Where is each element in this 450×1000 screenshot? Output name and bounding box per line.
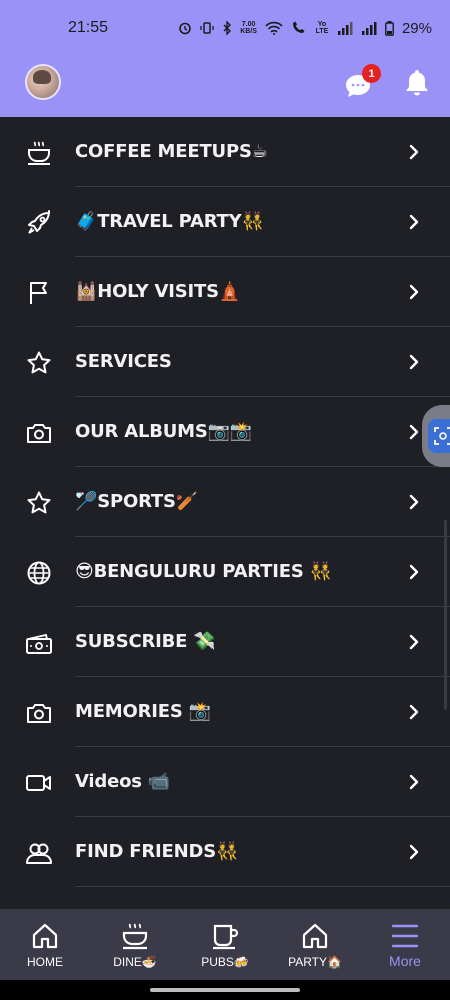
floating-capture-handle[interactable] bbox=[422, 405, 450, 467]
menu-item-holy-visits[interactable]: 🕍HOLY VISITS🛕 bbox=[0, 257, 450, 327]
tab-label: PUBS🍻 bbox=[201, 955, 249, 969]
camera-icon bbox=[25, 699, 53, 727]
chevron-right-icon bbox=[405, 491, 423, 513]
divider bbox=[75, 886, 450, 887]
flag-icon bbox=[25, 279, 53, 307]
bell-icon bbox=[406, 70, 428, 96]
chevron-right-icon bbox=[405, 211, 423, 233]
tab-label: PARTY🏠 bbox=[288, 955, 342, 969]
system-nav-bar bbox=[0, 980, 450, 1000]
signal-2-icon bbox=[361, 21, 377, 35]
battery-percent: 29% bbox=[401, 19, 432, 37]
star-icon bbox=[25, 489, 53, 517]
network-speed: 7.00 KB/S bbox=[240, 21, 257, 35]
chevron-right-icon bbox=[405, 701, 423, 723]
menu-item-label: 😎BENGULURU PARTIES 👯 bbox=[75, 560, 332, 582]
menu-item-coffee-meetups[interactable]: COFFEE MEETUPS☕ bbox=[0, 117, 450, 187]
chat-button[interactable]: 1 bbox=[344, 64, 381, 98]
tab-label: More bbox=[389, 953, 421, 969]
wifi-call-icon bbox=[291, 21, 307, 35]
menu-item-videos[interactable]: Videos 📹 bbox=[0, 747, 450, 817]
chat-badge: 1 bbox=[362, 64, 381, 83]
volte-label: Yo LTE bbox=[315, 21, 329, 35]
menu-item-label: 🕍HOLY VISITS🛕 bbox=[75, 280, 242, 302]
mug-icon bbox=[213, 924, 239, 950]
avatar-hair bbox=[33, 70, 51, 84]
home-outline-icon bbox=[302, 923, 328, 949]
steaming-bowl-icon bbox=[122, 923, 148, 950]
rocket-icon bbox=[25, 209, 53, 237]
chevron-right-icon bbox=[405, 771, 423, 793]
tab-label: DINE🍜 bbox=[113, 955, 157, 969]
network-speed-value: 7.00 bbox=[241, 21, 256, 28]
chevron-right-icon bbox=[405, 561, 423, 583]
tab-party[interactable]: PARTY🏠 bbox=[270, 909, 360, 980]
menu-item-travel-party[interactable]: 🧳TRAVEL PARTY👯 bbox=[0, 187, 450, 257]
status-time: 21:55 bbox=[68, 19, 109, 36]
chevron-right-icon bbox=[405, 631, 423, 653]
tab-home[interactable]: HOME bbox=[0, 909, 90, 980]
app-header: 1 bbox=[0, 56, 450, 117]
chevron-right-icon bbox=[405, 351, 423, 373]
scrollbar[interactable] bbox=[444, 520, 447, 710]
chevron-right-icon bbox=[405, 141, 423, 163]
chevron-right-icon bbox=[405, 841, 423, 863]
video-camera-icon bbox=[25, 769, 53, 797]
menu-item-label: OUR ALBUMS📷📸 bbox=[75, 420, 253, 442]
coffee-cup-icon bbox=[25, 139, 53, 167]
menu-item-sports[interactable]: 🏸SPORTS🏏 bbox=[0, 467, 450, 537]
status-icons: 7.00 KB/S Yo LTE 29% bbox=[178, 20, 432, 37]
vibrate-icon bbox=[200, 21, 214, 35]
menu-item-our-albums[interactable]: OUR ALBUMS📷📸 bbox=[0, 397, 450, 467]
menu-item-label: Videos 📹 bbox=[75, 770, 171, 792]
menu-item-services[interactable]: SERVICES bbox=[0, 327, 450, 397]
home-icon bbox=[32, 923, 58, 949]
menu-item-memories[interactable]: MEMORIES 📸 bbox=[0, 677, 450, 747]
star-icon bbox=[25, 349, 53, 377]
menu-list: COFFEE MEETUPS☕ 🧳TRAVEL PARTY👯 🕍HOLY VIS… bbox=[0, 117, 450, 887]
menu-item-label: 🧳TRAVEL PARTY👯 bbox=[75, 210, 264, 232]
menu-item-label: SUBSCRIBE 💸 bbox=[75, 630, 216, 652]
home-gesture-handle[interactable] bbox=[150, 988, 300, 992]
menu-item-subscribe[interactable]: SUBSCRIBE 💸 bbox=[0, 607, 450, 677]
menu-item-label: SERVICES bbox=[75, 350, 172, 372]
tab-dine[interactable]: DINE🍜 bbox=[90, 909, 180, 980]
camera-icon bbox=[25, 419, 53, 447]
signal-icon bbox=[337, 21, 353, 35]
menu-item-label: FIND FRIENDS👯 bbox=[75, 840, 239, 862]
menu-item-bengaluru-parties[interactable]: 😎BENGULURU PARTIES 👯 bbox=[0, 537, 450, 607]
avatar[interactable] bbox=[25, 64, 61, 100]
battery-icon bbox=[385, 20, 394, 36]
tab-pubs[interactable]: PUBS🍻 bbox=[180, 909, 270, 980]
menu-item-find-friends[interactable]: FIND FRIENDS👯 bbox=[0, 817, 450, 887]
bottom-tab-bar: HOME DINE🍜 PUBS🍻 PARTY🏠 More bbox=[0, 909, 450, 980]
capture-icon bbox=[428, 419, 450, 453]
menu-item-label: MEMORIES 📸 bbox=[75, 700, 211, 722]
chevron-right-icon bbox=[405, 421, 423, 443]
money-icon bbox=[25, 629, 53, 657]
hamburger-menu-icon bbox=[391, 924, 419, 948]
menu-item-label: 🏸SPORTS🏏 bbox=[75, 490, 198, 512]
network-speed-unit: KB/S bbox=[240, 28, 257, 35]
tab-more[interactable]: More bbox=[360, 909, 450, 980]
tab-label: HOME bbox=[27, 955, 63, 969]
alarm-icon bbox=[178, 21, 192, 35]
notifications-button[interactable] bbox=[404, 68, 432, 98]
status-bar: 21:55 7.00 KB/S Yo LTE 29% bbox=[0, 0, 450, 56]
wifi-icon bbox=[265, 21, 283, 35]
globe-icon bbox=[25, 559, 53, 587]
menu-item-label: COFFEE MEETUPS☕ bbox=[75, 140, 268, 162]
friends-icon bbox=[25, 839, 53, 867]
chevron-right-icon bbox=[405, 281, 423, 303]
bluetooth-icon bbox=[222, 21, 232, 35]
